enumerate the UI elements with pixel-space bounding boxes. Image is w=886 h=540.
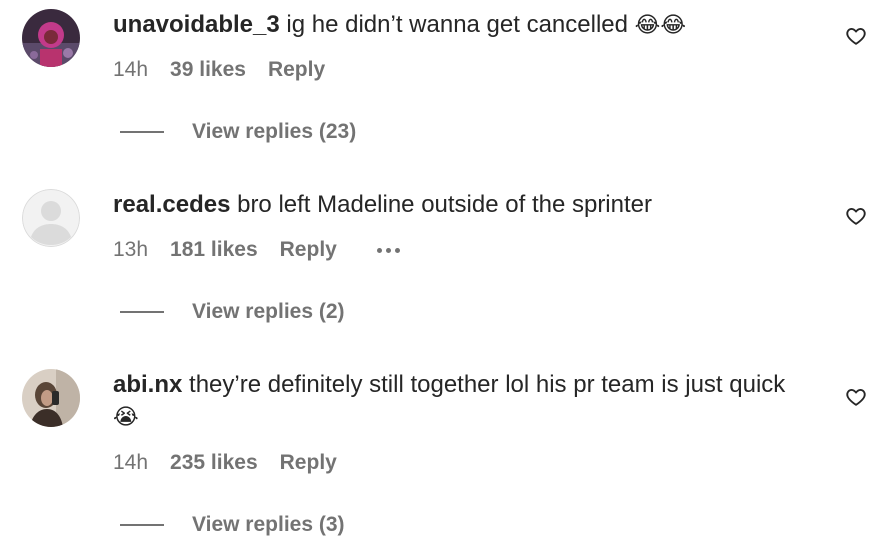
reply-button[interactable]: Reply xyxy=(280,236,337,264)
view-replies-label: View replies (23) xyxy=(192,120,357,143)
comment-body: bro left Madeline outside of the sprinte… xyxy=(237,191,652,218)
likes-count[interactable]: 235 likes xyxy=(170,449,258,477)
comment-text: real.cedes bro left Madeline outside of … xyxy=(113,189,803,221)
timestamp: 13h xyxy=(113,238,149,261)
emoji: 😂😂 xyxy=(634,13,687,38)
divider-line xyxy=(120,311,164,313)
divider-line xyxy=(120,524,164,526)
comment-text: unavoidable_3 ig he didn’t wanna get can… xyxy=(113,9,803,42)
avatar[interactable] xyxy=(22,9,80,67)
heart-outline-icon[interactable] xyxy=(845,25,867,47)
view-replies-button[interactable]: View replies (3) xyxy=(120,511,345,539)
timestamp: 14h xyxy=(113,451,149,474)
avatar[interactable] xyxy=(22,189,80,247)
view-replies-label: View replies (2) xyxy=(192,300,345,323)
comment-body: ig he didn’t wanna get cancelled xyxy=(286,11,628,38)
likes-count[interactable]: 39 likes xyxy=(170,56,246,84)
view-replies-label: View replies (3) xyxy=(192,513,345,536)
username[interactable]: real.cedes xyxy=(113,191,230,218)
reply-button[interactable]: Reply xyxy=(268,56,325,84)
emoji: 😭 xyxy=(113,405,139,430)
timestamp: 14h xyxy=(113,58,149,81)
comment-meta: 13h 181 likes Reply xyxy=(113,236,400,264)
divider-line xyxy=(120,131,164,133)
view-replies-button[interactable]: View replies (2) xyxy=(120,298,345,326)
comment-meta: 14h 39 likes Reply xyxy=(113,56,325,84)
comment-meta: 14h 235 likes Reply xyxy=(113,449,337,477)
reply-button[interactable]: Reply xyxy=(280,449,337,477)
username[interactable]: unavoidable_3 xyxy=(113,11,280,38)
comment-body: they’re definitely still together lol hi… xyxy=(189,371,786,398)
heart-outline-icon[interactable] xyxy=(845,386,867,408)
username[interactable]: abi.nx xyxy=(113,371,182,398)
ellipsis-icon[interactable] xyxy=(376,236,400,264)
view-replies-button[interactable]: View replies (23) xyxy=(120,118,356,146)
avatar[interactable] xyxy=(22,369,80,427)
likes-count[interactable]: 181 likes xyxy=(170,236,258,264)
comment-text: abi.nx they’re definitely still together… xyxy=(113,369,793,434)
heart-outline-icon[interactable] xyxy=(845,205,867,227)
